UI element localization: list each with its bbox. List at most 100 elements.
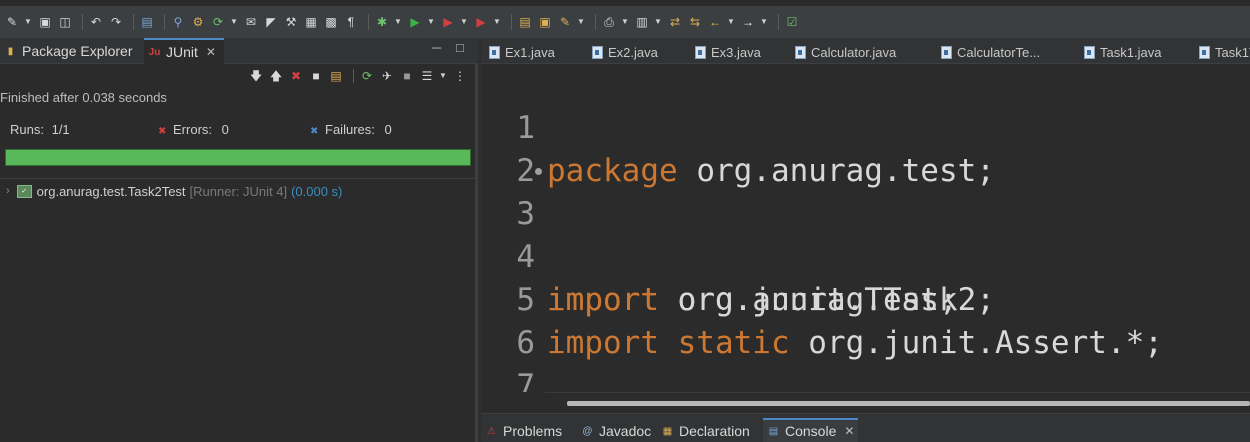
save-icon[interactable]: ▣: [37, 14, 53, 30]
fold-marker-icon[interactable]: [535, 168, 542, 175]
task-icon[interactable]: ☑: [784, 14, 800, 30]
editor-tab[interactable]: CalculatorTe...: [941, 42, 1040, 62]
code-line: 5 import static org.junit.Assert.*;: [481, 236, 1163, 361]
failures-counter: ✖ Failures: 0: [310, 122, 392, 137]
coverage-icon[interactable]: ▶: [440, 14, 456, 30]
open-folder-icon[interactable]: ▤: [517, 14, 533, 30]
open-icon[interactable]: ▣: [537, 14, 553, 30]
declaration-icon: ▦: [662, 425, 673, 437]
refresh-icon[interactable]: ⟳: [210, 14, 226, 30]
editor-tab-label: Task1.java: [1100, 44, 1162, 60]
editor-tab[interactable]: Task1.java: [1084, 42, 1161, 62]
window-icon[interactable]: ▤: [139, 14, 155, 30]
chevron-down-icon[interactable]: ▼: [727, 14, 735, 30]
external-run-icon[interactable]: ▶: [473, 14, 489, 30]
editor-tab[interactable]: Ex2.java: [592, 42, 658, 62]
back-nav-icon[interactable]: ⇄: [667, 14, 683, 30]
redo-icon[interactable]: ↷: [108, 14, 124, 30]
close-icon[interactable]: ✕: [844, 424, 854, 438]
runs-counter: Runs: 1/1: [10, 122, 70, 137]
tree-item-test-class[interactable]: › ✓ org.anurag.test.Task2Test [Runner: J…: [6, 182, 342, 200]
code-line: 6: [481, 279, 593, 361]
search-icon[interactable]: ⚲: [170, 14, 186, 30]
run-icon[interactable]: ▶: [407, 14, 423, 30]
save-all-icon[interactable]: ◫: [57, 14, 73, 30]
forward-nav-icon[interactable]: ⇆: [687, 14, 703, 30]
toolbar-separator: [595, 14, 596, 30]
stop-icon[interactable]: ■: [399, 68, 415, 84]
tab-declaration[interactable]: ▦ Declaration: [661, 420, 750, 442]
horizontal-scrollbar[interactable]: [545, 392, 1250, 414]
status-text: Finished after 0.038 seconds: [0, 90, 167, 105]
minimize-icon[interactable]: ─: [432, 40, 441, 55]
code-line: 2: [481, 107, 593, 189]
java-file-icon: [695, 45, 706, 59]
toolbar-separator: [133, 14, 134, 30]
java-file-icon: [1199, 45, 1210, 59]
chevron-down-icon[interactable]: ▼: [24, 14, 32, 30]
test-history-icon[interactable]: ☰: [419, 68, 435, 84]
tab-label: Javadoc: [599, 423, 652, 439]
java-file-icon: [941, 45, 952, 59]
editor-tab[interactable]: Calculator.java: [795, 42, 896, 62]
editor-tab[interactable]: Task1T: [1199, 42, 1250, 62]
grid-icon[interactable]: ▩: [323, 14, 339, 30]
scrollbar-thumb[interactable]: [567, 401, 1250, 406]
tab-problems[interactable]: ⚠ Problems: [485, 420, 562, 442]
table-icon[interactable]: ▦: [303, 14, 319, 30]
previous-failure-icon[interactable]: 🡅: [268, 68, 284, 84]
deploy-icon[interactable]: ▥: [634, 14, 650, 30]
settings-icon[interactable]: ⚙: [190, 14, 206, 30]
chevron-down-icon[interactable]: ▼: [460, 14, 468, 30]
javadoc-icon: @: [582, 425, 593, 437]
chevron-down-icon[interactable]: ▼: [427, 14, 435, 30]
code-area[interactable]: 1 package org.anurag.test; 2 3 import or…: [481, 64, 1250, 392]
chevron-down-icon[interactable]: ▼: [577, 14, 585, 30]
tab-package-explorer[interactable]: ▮ Package Explorer: [4, 38, 144, 64]
tab-junit[interactable]: Ju JUnit ✕: [144, 38, 224, 64]
chevron-down-icon[interactable]: ▼: [394, 14, 402, 30]
chevron-down-icon[interactable]: ▼: [654, 14, 662, 30]
junit-toolbar: 🡇 🡅 ✖ ■ ▤ ⟳ ✈ ■ ☰ ▼ ⋮: [0, 64, 478, 88]
new-icon[interactable]: ✎: [4, 14, 20, 30]
runs-label: Runs:: [10, 122, 44, 137]
chevron-down-icon[interactable]: ▼: [493, 14, 501, 30]
toolbar-separator: [368, 14, 369, 30]
chevron-down-icon[interactable]: ▼: [439, 68, 447, 84]
show-failures-icon[interactable]: ✖: [288, 68, 304, 84]
history-icon[interactable]: ▤: [328, 68, 344, 84]
chevron-down-icon[interactable]: ▼: [230, 14, 238, 30]
code-text: import org.junit.Test;: [547, 279, 958, 322]
chevron-down-icon[interactable]: ▼: [621, 14, 629, 30]
comment-icon[interactable]: ✉: [243, 14, 259, 30]
tab-console[interactable]: ▤ Console ✕: [763, 418, 859, 442]
test-class-name: org.anurag.test.Task2Test: [36, 183, 186, 199]
rerun-failures-icon[interactable]: ✈: [379, 68, 395, 84]
java-file-icon: [1084, 45, 1095, 59]
next-failure-icon[interactable]: 🡇: [248, 68, 264, 84]
close-icon[interactable]: ✕: [206, 45, 216, 59]
undo-icon[interactable]: ↶: [88, 14, 104, 30]
tab-javadoc[interactable]: @ Javadoc: [581, 420, 651, 442]
rerun-icon[interactable]: ⟳: [359, 68, 375, 84]
pilcrow-icon[interactable]: ¶: [343, 14, 359, 30]
chevron-right-icon[interactable]: ›: [6, 185, 10, 197]
back-arrow-icon[interactable]: ←: [707, 14, 723, 30]
view-menu-icon[interactable]: ⋮: [452, 68, 468, 84]
pen-icon[interactable]: ◤: [263, 14, 279, 30]
test-progress-bar: [5, 149, 471, 166]
print-icon[interactable]: ⎙: [601, 14, 617, 30]
scroll-lock-icon[interactable]: ■: [308, 68, 324, 84]
paint-icon[interactable]: ✎: [557, 14, 573, 30]
editor-tab-label: Task1T: [1215, 44, 1250, 60]
bottom-view-tabs: ⚠ Problems @ Javadoc ▦ Declaration ▤ Con…: [481, 413, 1250, 442]
chevron-down-icon[interactable]: ▼: [760, 14, 768, 30]
forward-arrow-icon[interactable]: →: [740, 14, 756, 30]
maximize-icon[interactable]: □: [456, 40, 464, 55]
junit-view: ▮ Package Explorer Ju JUnit ✕ ─ □ 🡇 🡅 ✖ …: [0, 38, 478, 442]
code-text: import static org.junit.Assert.*;: [547, 322, 1163, 365]
editor-tab[interactable]: Ex3.java: [695, 42, 761, 62]
tools-icon[interactable]: ⚒: [283, 14, 299, 30]
debug-icon[interactable]: ✱: [374, 14, 390, 30]
editor-tab[interactable]: Ex1.java: [489, 42, 555, 62]
